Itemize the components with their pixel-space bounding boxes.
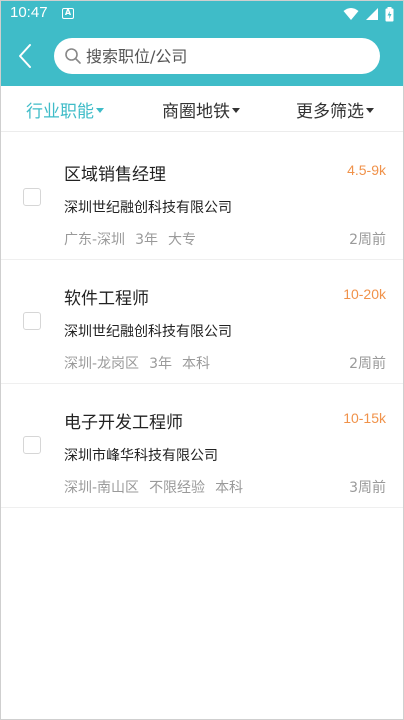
status-bar: 10:47 A — [0, 0, 404, 28]
job-row[interactable]: 电子开发工程师 10-15k 深圳市峰华科技有限公司 深圳-南山区 不限经验 本… — [0, 384, 404, 508]
job-meta: 深圳-南山区 不限经验 本科 — [64, 477, 243, 497]
job-education: 本科 — [215, 480, 244, 496]
filter-more[interactable]: 更多筛选 — [296, 97, 374, 122]
job-list: 区域销售经理 4.5-9k 深圳世纪融创科技有限公司 广东-深圳 3年 大专 2… — [0, 136, 404, 508]
job-company: 深圳世纪融创科技有限公司 — [64, 324, 232, 340]
job-salary: 10-15k — [343, 410, 386, 426]
filter-industry[interactable]: 行业职能 — [26, 97, 104, 122]
wifi-icon — [343, 8, 359, 20]
job-company: 深圳市峰华科技有限公司 — [64, 448, 218, 464]
job-experience: 不限经验 — [149, 480, 206, 496]
search-input[interactable] — [86, 46, 356, 66]
job-location: 广东-深圳 — [64, 232, 126, 248]
status-icons — [343, 6, 394, 22]
job-location: 深圳-南山区 — [64, 480, 140, 496]
signal-icon — [366, 8, 378, 20]
job-checkbox[interactable] — [23, 188, 41, 206]
job-company: 深圳世纪融创科技有限公司 — [64, 200, 232, 216]
job-row[interactable]: 软件工程师 10-20k 深圳世纪融创科技有限公司 深圳-龙岗区 3年 本科 2… — [0, 260, 404, 384]
job-experience: 3年 — [149, 356, 172, 372]
job-title: 区域销售经理 — [64, 165, 166, 185]
job-experience: 3年 — [135, 232, 158, 248]
filter-industry-label: 行业职能 — [26, 102, 94, 122]
status-time: 10:47 — [10, 4, 48, 21]
job-meta: 广东-深圳 3年 大专 — [64, 229, 196, 249]
search-box[interactable] — [54, 38, 380, 74]
job-location: 深圳-龙岗区 — [64, 356, 140, 372]
caret-down-icon — [366, 108, 374, 113]
filter-area-metro[interactable]: 商圈地铁 — [162, 97, 240, 122]
filter-area-metro-label: 商圈地铁 — [162, 102, 230, 122]
job-salary: 4.5-9k — [347, 162, 386, 178]
job-checkbox[interactable] — [23, 436, 41, 454]
job-education: 本科 — [181, 356, 210, 372]
battery-icon — [385, 6, 394, 21]
job-meta: 深圳-龙岗区 3年 本科 — [64, 353, 210, 373]
caret-down-icon — [232, 108, 240, 113]
job-title: 电子开发工程师 — [64, 413, 183, 433]
job-posted-time: 2周前 — [349, 232, 386, 248]
app-header: 10:47 A — [0, 0, 404, 86]
search-icon — [65, 48, 81, 64]
job-salary: 10-20k — [343, 286, 386, 302]
caret-down-icon — [96, 108, 104, 113]
job-posted-time: 2周前 — [349, 356, 386, 372]
filter-more-label: 更多筛选 — [296, 102, 364, 122]
job-row[interactable]: 区域销售经理 4.5-9k 深圳世纪融创科技有限公司 广东-深圳 3年 大专 2… — [0, 136, 404, 260]
notification-a-icon: A — [62, 8, 74, 19]
chevron-left-icon — [19, 44, 31, 68]
filter-bar: 行业职能 商圈地铁 更多筛选 — [0, 86, 404, 132]
job-education: 大专 — [167, 232, 196, 248]
job-checkbox[interactable] — [23, 312, 41, 330]
job-posted-time: 3周前 — [349, 480, 386, 496]
back-button[interactable] — [10, 40, 40, 72]
job-title: 软件工程师 — [64, 289, 149, 309]
